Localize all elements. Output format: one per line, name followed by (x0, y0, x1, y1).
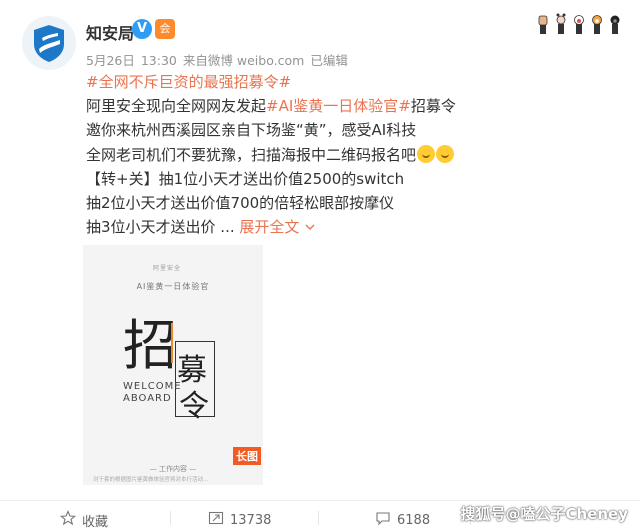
post-text: 【转+关】抽1位小天才送出价值2500的switch (86, 169, 405, 188)
post-text: 阿里安全现向全网网友发起 (86, 97, 267, 116)
chevron-down-icon[interactable] (304, 218, 316, 236)
post-text: 邀你来杭州西溪园区亲自下场鉴“黄”，感受AI科技 (86, 121, 417, 140)
poster-title: AI鉴黄一日体验官 (136, 282, 210, 291)
favorite-button[interactable]: 收藏 (59, 510, 109, 530)
repost-icon (208, 510, 224, 530)
poster-accent-line (171, 323, 173, 363)
post-text: 全网老司机们不要犹豫，扫描海报中二维码报名吧 (86, 145, 417, 164)
comment-button[interactable]: 6188 (375, 510, 430, 530)
poster-logo: 阿里安全 (153, 265, 182, 272)
post-meta: 5月26日 13:30 来自微博 weibo.com 已编辑 (86, 50, 354, 69)
expand-full-text-link[interactable]: 展开全文 (239, 218, 299, 236)
reaction-icons (536, 8, 622, 34)
repost-count: 13738 (230, 512, 272, 528)
poster-work-heading: — 工作内容 — (149, 465, 197, 473)
comment-count: 6188 (397, 512, 431, 528)
poster-welcome-line: ABOARD (123, 393, 172, 404)
verified-icon: V (132, 19, 152, 39)
member-badge-icon[interactable]: 会 (155, 19, 175, 39)
repost-button[interactable]: 13738 (208, 510, 271, 530)
star-icon (59, 510, 77, 530)
footer-separator (318, 511, 319, 525)
post-text: 抽2位小天才送出价值700的倍轻松眼部按摩仪 (86, 194, 395, 213)
source-prefix: 来自 (182, 53, 208, 68)
post-time: 13:30 (140, 53, 177, 68)
poster-heading-char: 招 (123, 314, 177, 377)
laugh-emoji-icon (417, 144, 436, 163)
comment-icon (375, 510, 391, 530)
account-name[interactable]: 知安局 (86, 20, 134, 44)
topic-link[interactable]: #全网不斥巨资的最强招募令# (86, 73, 291, 91)
edited-label[interactable]: 已编辑 (310, 53, 348, 68)
post-text: 抽3位小天才送出价 ... (86, 218, 235, 237)
laugh-emoji-icon (436, 144, 455, 163)
cat-paw-icon[interactable] (554, 8, 568, 34)
post-content: #全网不斥巨资的最强招募令# 阿里安全现向全网网友发起#AI鉴黄一日体验官#招募… (86, 70, 606, 239)
footer-separator (170, 511, 171, 525)
poster-welcome: WELCOME ABOARD (123, 381, 182, 405)
poster-heading-char: 令 (179, 389, 209, 424)
post-image[interactable]: 阿里安全 AI鉴黄一日体验官 招 募 令 WELCOME ABOARD — 工作内… (83, 245, 263, 485)
shield-logo-icon (22, 16, 76, 70)
source-watermark: 搜狐号@嗑公子Cheney (460, 505, 629, 523)
poster-work-text: 对于套的根据图片鉴黄做体验官将对本行活动... (93, 477, 209, 483)
long-image-badge: 长图 (233, 447, 261, 465)
favorite-label: 收藏 (82, 514, 109, 530)
topic-link[interactable]: #AI鉴黄一日体验官# (266, 97, 411, 115)
poster-welcome-line: WELCOME (123, 381, 182, 392)
bear-paw-icon[interactable] (608, 8, 622, 34)
post-date[interactable]: 5月26日 (86, 53, 135, 68)
post-text: 招募令 (410, 97, 456, 116)
lion-paw-icon[interactable] (572, 8, 586, 34)
raised-fist-icon[interactable] (536, 8, 550, 34)
avatar[interactable] (22, 16, 76, 70)
post-source[interactable]: 微博 weibo.com (208, 53, 304, 68)
fox-paw-icon[interactable] (590, 8, 604, 34)
